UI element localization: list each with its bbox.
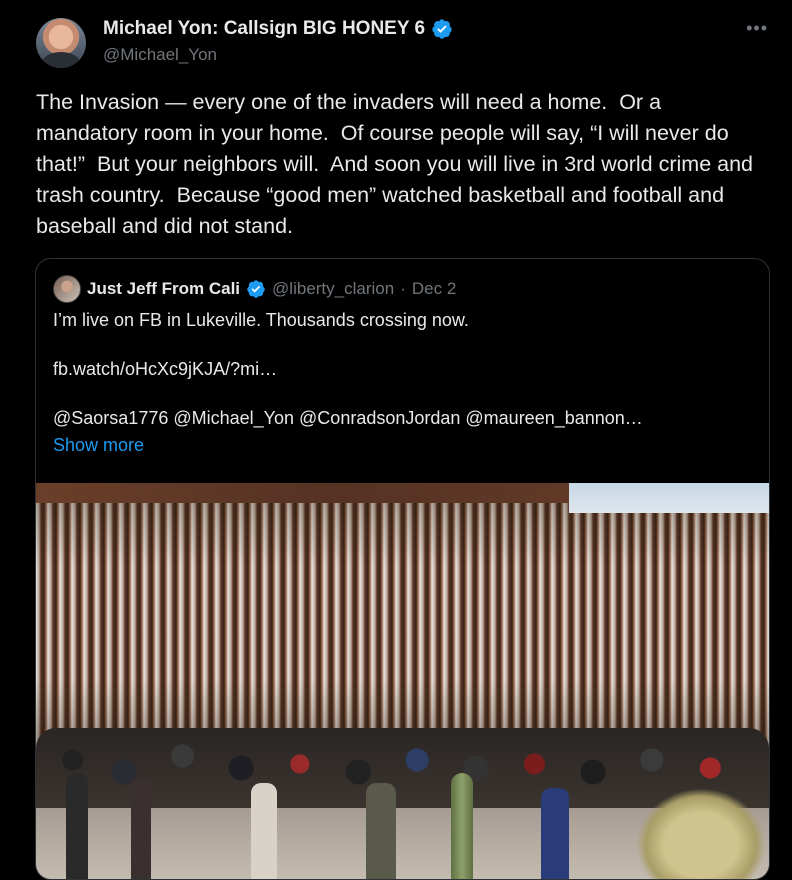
quote-avatar[interactable] xyxy=(53,275,81,303)
author-name-row[interactable]: Michael Yon: Callsign BIG HONEY 6 xyxy=(103,18,453,40)
quoted-tweet[interactable]: Just Jeff From Cali @liberty_clarion · D… xyxy=(35,258,770,880)
quote-handle[interactable]: @liberty_clarion xyxy=(272,279,394,299)
quote-line: I’m live on FB in Lukeville. Thousands c… xyxy=(53,310,469,330)
cactus xyxy=(451,773,473,879)
quote-date[interactable]: Dec 2 xyxy=(412,279,456,299)
sky xyxy=(569,483,769,513)
border-fence xyxy=(36,483,769,763)
quote-author-name[interactable]: Just Jeff From Cali xyxy=(87,279,240,299)
avatar-shoulders xyxy=(42,52,80,68)
tweet-text: The Invasion — every one of the invaders… xyxy=(36,90,759,238)
quote-body: I’m live on FB in Lukeville. Thousands c… xyxy=(53,307,753,459)
separator-dot: · xyxy=(400,279,406,298)
more-horizontal-icon[interactable]: ••• xyxy=(746,18,768,39)
quote-header: Just Jeff From Cali @liberty_clarion · D… xyxy=(53,275,456,303)
desert-shrub xyxy=(636,788,766,879)
verified-badge-icon xyxy=(432,19,452,39)
person-figure xyxy=(131,778,151,879)
person-figure xyxy=(366,783,396,879)
author-handle[interactable]: @Michael_Yon xyxy=(103,45,217,65)
person-figure xyxy=(66,773,88,879)
quote-mentions[interactable]: @Saorsa1776 @Michael_Yon @ConradsonJorda… xyxy=(53,405,753,432)
person-figure xyxy=(251,783,277,879)
author-avatar[interactable] xyxy=(36,18,86,68)
person-figure xyxy=(541,788,569,879)
quote-link[interactable]: fb.watch/oHcXc9jKJA/?mi… xyxy=(53,356,753,383)
quote-media-image[interactable] xyxy=(36,483,769,879)
author-name[interactable]: Michael Yon: Callsign BIG HONEY 6 xyxy=(103,18,425,40)
verified-badge-icon xyxy=(247,280,265,298)
show-more-link[interactable]: Show more xyxy=(53,432,753,459)
